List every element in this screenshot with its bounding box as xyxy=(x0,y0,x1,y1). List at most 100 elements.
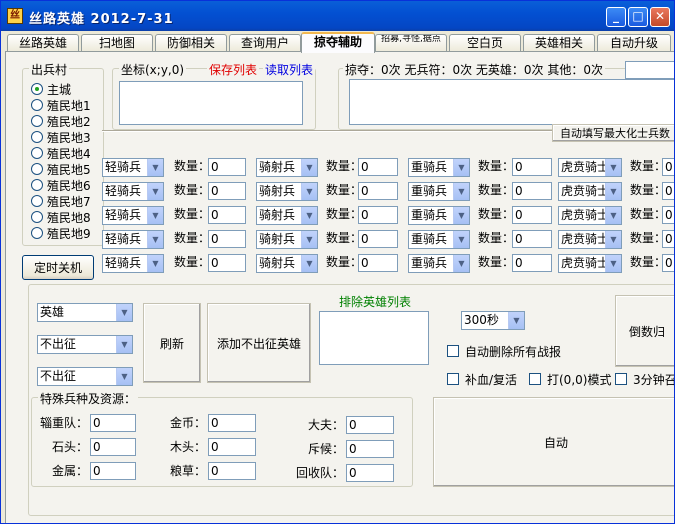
tab-recruit[interactable]: 招募,寻怪,据点 xyxy=(375,34,447,52)
minimize-icon[interactable]: _ xyxy=(606,7,626,27)
stone-input[interactable]: 0 xyxy=(90,438,136,456)
close-icon[interactable]: ✕ xyxy=(650,7,670,27)
troop-type-select[interactable]: 虎贲骑士 ▼ xyxy=(558,206,622,225)
chevron-down-icon: ▼ xyxy=(453,159,469,176)
radio-colony-5[interactable]: 殖民地5 xyxy=(31,161,91,177)
no-dispatch-select-1[interactable]: 不出征 ▼ xyxy=(37,335,133,354)
wood-input[interactable]: 0 xyxy=(208,438,256,456)
auto-fill-max-troops-button[interactable]: 自动填写最大化士兵数 xyxy=(552,124,674,142)
troop-type-select[interactable]: 轻骑兵 ▼ xyxy=(102,158,164,177)
tab-hero-related[interactable]: 英雄相关 xyxy=(523,34,595,52)
recycle-team-input[interactable]: 0 xyxy=(346,464,394,482)
auto-button[interactable]: 自动 xyxy=(433,397,674,487)
qty-input[interactable]: 0 xyxy=(208,206,246,224)
tab-auto-upgrade[interactable]: 自动升级 xyxy=(597,34,671,52)
hero-settings-group: 英雄 ▼ 不出征 ▼ 不出征 ▼ 刷新 添加不出征英雄 排除英雄列表 300秒 ▼ 倒数… xyxy=(28,284,674,516)
tab-defense[interactable]: 防御相关 xyxy=(155,34,227,52)
troop-type-select[interactable]: 虎贲骑士 ▼ xyxy=(558,182,622,201)
qty-input[interactable]: 0 xyxy=(662,158,674,176)
troop-type-select[interactable]: 轻骑兵 ▼ xyxy=(102,230,164,249)
plunder-log-textarea[interactable] xyxy=(349,79,674,125)
maximize-icon[interactable]: □ xyxy=(628,7,648,27)
tab-query-user[interactable]: 查询用户 xyxy=(229,34,301,52)
hero-select[interactable]: 英雄 ▼ xyxy=(37,303,133,322)
qty-input[interactable]: 0 xyxy=(358,230,398,248)
hit-origin-mode-checkbox[interactable]: 打(0,0)模式 xyxy=(529,371,611,387)
qty-input[interactable]: 0 xyxy=(662,254,674,272)
troop-type-select[interactable]: 骑射兵 ▼ xyxy=(256,254,318,273)
auto-delete-reports-checkbox[interactable]: 自动删除所有战报 xyxy=(447,343,561,359)
scout-input[interactable]: 0 xyxy=(346,440,394,458)
qty-input[interactable]: 0 xyxy=(662,182,674,200)
qty-label: 数量： xyxy=(174,183,211,197)
qty-input[interactable]: 0 xyxy=(512,182,552,200)
qty-input[interactable]: 0 xyxy=(512,230,552,248)
qty-label: 数量： xyxy=(630,231,667,245)
tab-blank[interactable]: 空白页 xyxy=(449,34,521,52)
baggage-label: 辎重队： xyxy=(40,416,89,430)
troop-type-select[interactable]: 重骑兵 ▼ xyxy=(408,182,470,201)
tab-sweep-map[interactable]: 扫地图 xyxy=(81,34,153,52)
radio-icon xyxy=(31,99,43,111)
qty-input[interactable]: 0 xyxy=(208,230,246,248)
radio-colony-3[interactable]: 殖民地3 xyxy=(31,129,91,145)
troop-type-select[interactable]: 骑射兵 ▼ xyxy=(256,158,318,177)
qty-input[interactable]: 0 xyxy=(358,206,398,224)
troop-type-select[interactable]: 轻骑兵 ▼ xyxy=(102,182,164,201)
radio-colony-6[interactable]: 殖民地6 xyxy=(31,177,91,193)
radio-colony-1[interactable]: 殖民地1 xyxy=(31,97,91,113)
no-dispatch-select-2[interactable]: 不出征 ▼ xyxy=(37,367,133,386)
gold-input[interactable]: 0 xyxy=(208,414,256,432)
troop-type-select[interactable]: 虎贲骑士 ▼ xyxy=(558,158,622,177)
qty-input[interactable]: 0 xyxy=(512,254,552,272)
title-bar[interactable]: 丝 丝路英雄 2012-7-31 _ □ ✕ xyxy=(1,1,674,31)
troop-type-select[interactable]: 虎贲骑士 ▼ xyxy=(558,254,622,273)
troop-type-select[interactable]: 虎贲骑士 ▼ xyxy=(558,230,622,249)
heal-revive-checkbox[interactable]: 补血/复活 xyxy=(447,371,517,387)
tab-plunder-assist[interactable]: 掠夺辅助 xyxy=(301,32,375,53)
radio-icon xyxy=(31,147,43,159)
troop-type-select[interactable]: 重骑兵 ▼ xyxy=(408,230,470,249)
baggage-input[interactable]: 0 xyxy=(90,414,136,432)
radio-colony-8[interactable]: 殖民地8 xyxy=(31,209,91,225)
radio-colony-2[interactable]: 殖民地2 xyxy=(31,113,91,129)
qty-input[interactable]: 0 xyxy=(208,254,246,272)
timer-shutdown-button[interactable]: 定时关机 xyxy=(22,255,94,280)
three-min-summon-checkbox[interactable]: 3分钟召 xyxy=(615,371,674,387)
troop-type-select[interactable]: 重骑兵 ▼ xyxy=(408,206,470,225)
qty-input[interactable]: 0 xyxy=(512,158,552,176)
metal-input[interactable]: 0 xyxy=(90,462,136,480)
refresh-button[interactable]: 刷新 xyxy=(143,303,201,383)
plunder-extra-input[interactable] xyxy=(625,61,674,79)
qty-input[interactable]: 0 xyxy=(662,206,674,224)
coords-textarea[interactable] xyxy=(119,81,303,125)
doctor-input[interactable]: 0 xyxy=(346,416,394,434)
troop-type-select[interactable]: 骑射兵 ▼ xyxy=(256,230,318,249)
radio-main-city[interactable]: 主城 xyxy=(31,81,71,97)
grain-input[interactable]: 0 xyxy=(208,462,256,480)
countdown-button[interactable]: 倒数归 xyxy=(615,295,674,367)
chevron-down-icon: ▼ xyxy=(301,159,317,176)
save-list-link[interactable]: 保存列表 xyxy=(207,61,260,78)
radio-colony-7[interactable]: 殖民地7 xyxy=(31,193,91,209)
troop-type-select[interactable]: 骑射兵 ▼ xyxy=(256,182,318,201)
qty-input[interactable]: 0 xyxy=(358,182,398,200)
exclude-hero-list[interactable] xyxy=(319,311,429,365)
qty-input[interactable]: 0 xyxy=(208,158,246,176)
qty-input[interactable]: 0 xyxy=(512,206,552,224)
troop-type-select[interactable]: 重骑兵 ▼ xyxy=(408,158,470,177)
radio-colony-9[interactable]: 殖民地9 xyxy=(31,225,91,241)
tab-silk-road-hero[interactable]: 丝路英雄 xyxy=(7,34,79,52)
radio-colony-4[interactable]: 殖民地4 xyxy=(31,145,91,161)
add-no-dispatch-hero-button[interactable]: 添加不出征英雄 xyxy=(207,303,311,383)
qty-input[interactable]: 0 xyxy=(358,254,398,272)
interval-select[interactable]: 300秒 ▼ xyxy=(461,311,525,330)
troop-type-select[interactable]: 骑射兵 ▼ xyxy=(256,206,318,225)
qty-input[interactable]: 0 xyxy=(358,158,398,176)
qty-input[interactable]: 0 xyxy=(208,182,246,200)
troop-type-select[interactable]: 轻骑兵 ▼ xyxy=(102,254,164,273)
qty-input[interactable]: 0 xyxy=(662,230,674,248)
troop-type-select[interactable]: 重骑兵 ▼ xyxy=(408,254,470,273)
troop-type-select[interactable]: 轻骑兵 ▼ xyxy=(102,206,164,225)
load-list-link[interactable]: 读取列表 xyxy=(263,61,316,78)
